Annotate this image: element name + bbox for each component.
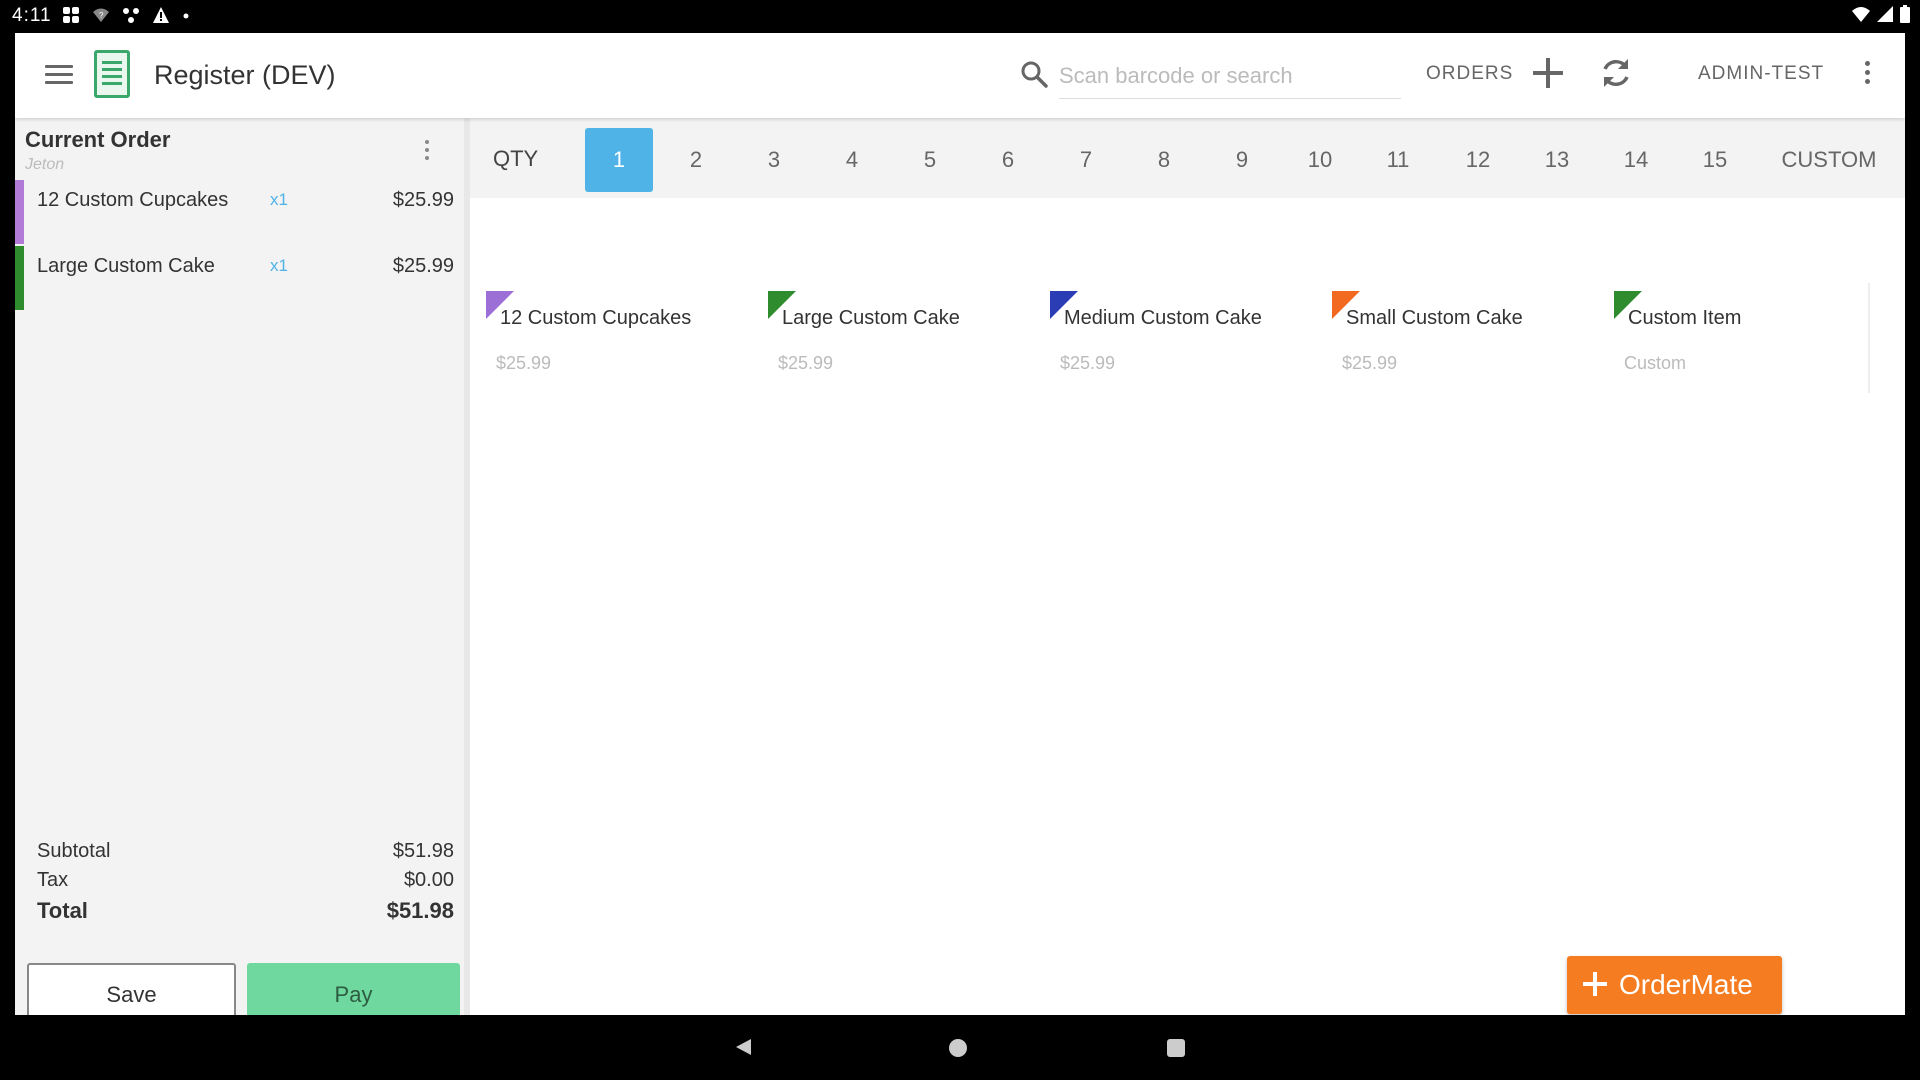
qty-option-7[interactable]: 7 (1054, 128, 1118, 192)
qty-option-5[interactable]: 5 (898, 128, 962, 192)
qty-option-12[interactable]: 12 (1446, 128, 1510, 192)
subtotal-row: Subtotal $51.98 (15, 838, 464, 867)
status-bar: 4:11 ? (0, 0, 1920, 32)
qty-option-3[interactable]: 3 (742, 128, 806, 192)
dot-icon (183, 13, 189, 19)
ordermate-button[interactable]: OrderMate (1567, 956, 1782, 1014)
qty-option-custom[interactable]: CUSTOM (1769, 128, 1889, 192)
orders-button[interactable]: ORDERS (1426, 63, 1513, 85)
order-line-color-bar (15, 246, 24, 310)
page-title: Register (DEV) (154, 60, 336, 90)
qty-option-11[interactable]: 11 (1366, 128, 1430, 192)
ordermate-label: OrderMate (1619, 969, 1753, 1000)
product-price: $25.99 (1060, 353, 1116, 373)
qty-option-2[interactable]: 2 (664, 128, 728, 192)
product-price: $25.99 (496, 353, 552, 373)
product-price: $25.99 (778, 353, 834, 373)
total-value: $51.98 (386, 898, 454, 923)
tax-value: $0.00 (403, 869, 454, 891)
navigation-bar (0, 1015, 1920, 1080)
status-time: 4:11 (12, 5, 52, 26)
product-tile[interactable]: 12 Custom Cupcakes $25.99 (470, 283, 742, 393)
product-name: 12 Custom Cupcakes (500, 307, 692, 329)
total-row: Total $51.98 (15, 896, 464, 928)
plus-icon (1583, 972, 1607, 996)
order-line-item[interactable]: Large Custom Cake x1 $25.99 (15, 246, 464, 310)
wifi-question-icon: ? (93, 8, 109, 22)
search-icon[interactable] (1019, 59, 1049, 89)
qty-option-1[interactable]: 1 (585, 128, 653, 192)
order-line-price: $25.99 (392, 255, 454, 277)
refresh-icon[interactable] (1598, 55, 1634, 91)
register-app: Register (DEV) ORDERS ADMIN-TEST Current… (15, 33, 1905, 1027)
order-line-name: Large Custom Cake (37, 255, 215, 277)
product-name: Custom Item (1628, 307, 1742, 329)
tax-label: Tax (37, 869, 69, 891)
order-overflow-menu-icon[interactable] (423, 140, 431, 166)
user-account-button[interactable]: ADMIN-TEST (1698, 63, 1824, 85)
quantity-bar: QTY 1 2 3 4 5 6 7 8 9 10 11 12 13 14 15 … (470, 118, 1905, 198)
qty-option-10[interactable]: 10 (1288, 128, 1352, 192)
order-line-item[interactable]: 12 Custom Cupcakes x1 $25.99 (15, 180, 464, 244)
order-line-qty: x1 (270, 256, 288, 275)
product-tile[interactable]: Custom Item Custom (1598, 283, 1870, 393)
qty-option-9[interactable]: 9 (1210, 128, 1274, 192)
qty-label: QTY (493, 146, 539, 171)
warning-icon (153, 7, 169, 23)
app-notification-icon (63, 7, 79, 23)
subtotal-value: $51.98 (392, 840, 454, 862)
product-name: Medium Custom Cake (1064, 307, 1262, 329)
product-name: Large Custom Cake (782, 307, 960, 329)
qty-option-8[interactable]: 8 (1132, 128, 1196, 192)
order-line-name: 12 Custom Cupcakes (37, 189, 229, 211)
status-left-icons: ? (62, 6, 190, 24)
qty-option-14[interactable]: 14 (1604, 128, 1668, 192)
current-order-panel: Current Order Jeton 12 Custom Cupcakes x… (15, 118, 470, 1027)
app-toolbar: Register (DEV) ORDERS ADMIN-TEST (15, 33, 1905, 118)
wifi-icon (1852, 7, 1870, 22)
tax-row: Tax $0.00 (15, 867, 464, 896)
subtotal-label: Subtotal (37, 840, 111, 862)
product-price: $25.99 (1342, 353, 1398, 373)
add-icon[interactable] (1530, 55, 1566, 91)
qty-option-6[interactable]: 6 (976, 128, 1040, 192)
recent-apps-icon[interactable] (1167, 1039, 1185, 1057)
total-label: Total (37, 898, 88, 923)
qty-option-13[interactable]: 13 (1525, 128, 1589, 192)
product-price: Custom (1624, 353, 1687, 373)
qty-option-15[interactable]: 15 (1683, 128, 1747, 192)
back-icon[interactable] (733, 1037, 753, 1057)
product-name: Small Custom Cake (1346, 307, 1523, 329)
order-line-price: $25.99 (392, 189, 454, 211)
battery-icon (1900, 5, 1910, 23)
overflow-menu-icon[interactable] (1863, 61, 1871, 87)
home-icon[interactable] (949, 1039, 967, 1057)
search-input[interactable] (1059, 53, 1401, 99)
signal-icon (1877, 6, 1893, 22)
order-line-qty: x1 (270, 190, 288, 209)
order-totals: Subtotal $51.98 Tax $0.00 Total $51.98 (15, 838, 464, 928)
product-grid: 12 Custom Cupcakes $25.99 Large Custom C… (470, 198, 1905, 1015)
order-title: Current Order (25, 127, 171, 152)
svg-text:?: ? (99, 11, 104, 20)
order-line-color-bar (15, 180, 24, 244)
status-right-icons (1852, 5, 1910, 23)
order-customer: Jeton (25, 156, 65, 173)
product-tile[interactable]: Large Custom Cake $25.99 (752, 283, 1024, 393)
register-logo-icon (94, 50, 130, 98)
qty-option-4[interactable]: 4 (820, 128, 884, 192)
product-tile[interactable]: Small Custom Cake $25.99 (1316, 283, 1588, 393)
hamburger-menu-icon[interactable] (45, 65, 73, 87)
network-icon (123, 8, 139, 23)
product-tile[interactable]: Medium Custom Cake $25.99 (1034, 283, 1306, 393)
